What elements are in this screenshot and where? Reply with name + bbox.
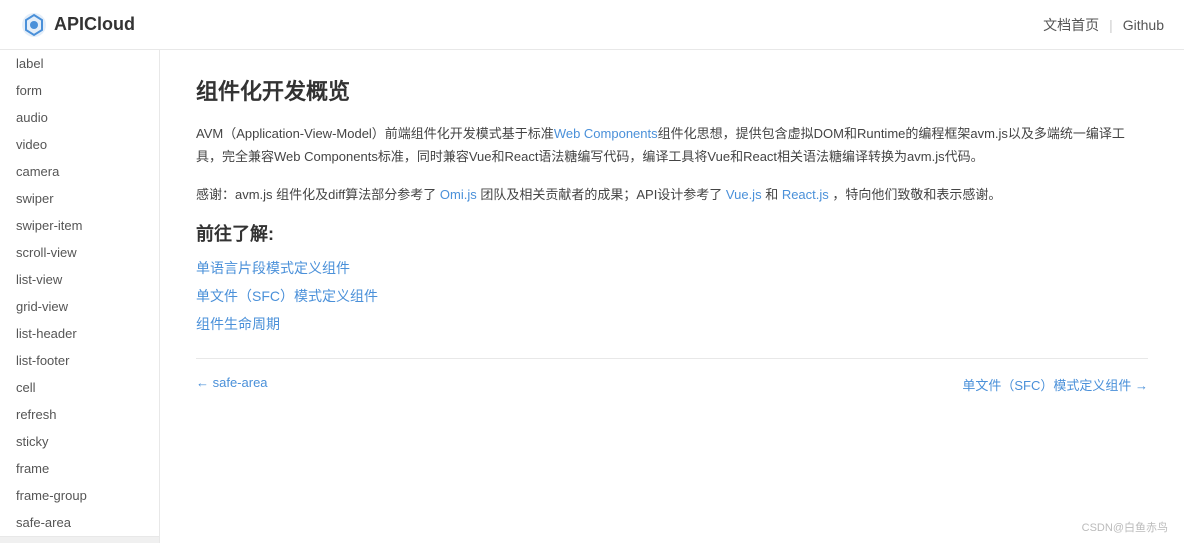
omijs-link[interactable]: Omi.js xyxy=(440,187,477,202)
nav-github-link[interactable]: Github xyxy=(1123,17,1164,33)
nav-divider: | xyxy=(1109,17,1113,33)
sidebar-item-form[interactable]: form xyxy=(0,77,159,104)
sidebar-item-safe-area[interactable]: safe-area xyxy=(0,509,159,536)
web-components-link[interactable]: Web Components xyxy=(554,126,658,141)
link-single-lang[interactable]: 单语言片段模式定义组件 xyxy=(196,258,1148,278)
sidebar-item-grid-view[interactable]: grid-view xyxy=(0,293,159,320)
watermark: CSDN@白鱼赤鸟 xyxy=(1082,519,1168,535)
logo-text: APICloud xyxy=(54,14,135,35)
link-list: 单语言片段模式定义组件单文件（SFC）模式定义组件组件生命周期 xyxy=(196,258,1148,334)
nav-prev-link[interactable]: ← safe-area xyxy=(196,375,268,394)
sidebar-item-label[interactable]: label xyxy=(0,50,159,77)
logo-icon xyxy=(20,11,48,39)
section-title: 前往了解: xyxy=(196,220,1148,246)
sidebar: labelformaudiovideocameraswiperswiper-it… xyxy=(0,50,160,543)
link-lifecycle[interactable]: 组件生命周期 xyxy=(196,314,1148,334)
nav-footer: ← safe-area 单文件（SFC）模式定义组件 → xyxy=(196,358,1148,394)
vuejs-link[interactable]: Vue.js xyxy=(726,187,762,202)
sidebar-item-scroll-view[interactable]: scroll-view xyxy=(0,239,159,266)
content-area: 组件化开发概览 AVM（Application-View-Model）前端组件化… xyxy=(160,50,1184,543)
sidebar-group-label: 组件化开发 xyxy=(0,536,159,543)
sidebar-item-list-view[interactable]: list-view xyxy=(0,266,159,293)
sidebar-item-frame-group[interactable]: frame-group xyxy=(0,482,159,509)
sidebar-item-swiper[interactable]: swiper xyxy=(0,185,159,212)
sidebar-item-camera[interactable]: camera xyxy=(0,158,159,185)
link-sfc[interactable]: 单文件（SFC）模式定义组件 xyxy=(196,286,1148,306)
sidebar-item-cell[interactable]: cell xyxy=(0,374,159,401)
logo: APICloud xyxy=(20,11,135,39)
content-paragraph-2: 感谢：avm.js 组件化及diff算法部分参考了 Omi.js 团队及相关贡献… xyxy=(196,183,1148,206)
page-title: 组件化开发概览 xyxy=(196,74,1148,106)
main-layout: labelformaudiovideocameraswiperswiper-it… xyxy=(0,50,1184,543)
sidebar-item-list-header[interactable]: list-header xyxy=(0,320,159,347)
reactjs-link[interactable]: React.js xyxy=(782,187,829,202)
sidebar-item-sticky[interactable]: sticky xyxy=(0,428,159,455)
sidebar-item-refresh[interactable]: refresh xyxy=(0,401,159,428)
sidebar-item-video[interactable]: video xyxy=(0,131,159,158)
content-paragraph-1: AVM（Application-View-Model）前端组件化开发模式基于标准… xyxy=(196,122,1148,169)
header-nav: 文档首页 | Github xyxy=(1043,15,1164,35)
sidebar-item-list-footer[interactable]: list-footer xyxy=(0,347,159,374)
sidebar-item-frame[interactable]: frame xyxy=(0,455,159,482)
sidebar-item-audio[interactable]: audio xyxy=(0,104,159,131)
sidebar-item-swiper-item[interactable]: swiper-item xyxy=(0,212,159,239)
nav-next-link[interactable]: 单文件（SFC）模式定义组件 → xyxy=(962,375,1148,394)
nav-docs-link[interactable]: 文档首页 xyxy=(1043,15,1099,35)
header: APICloud 文档首页 | Github xyxy=(0,0,1184,50)
